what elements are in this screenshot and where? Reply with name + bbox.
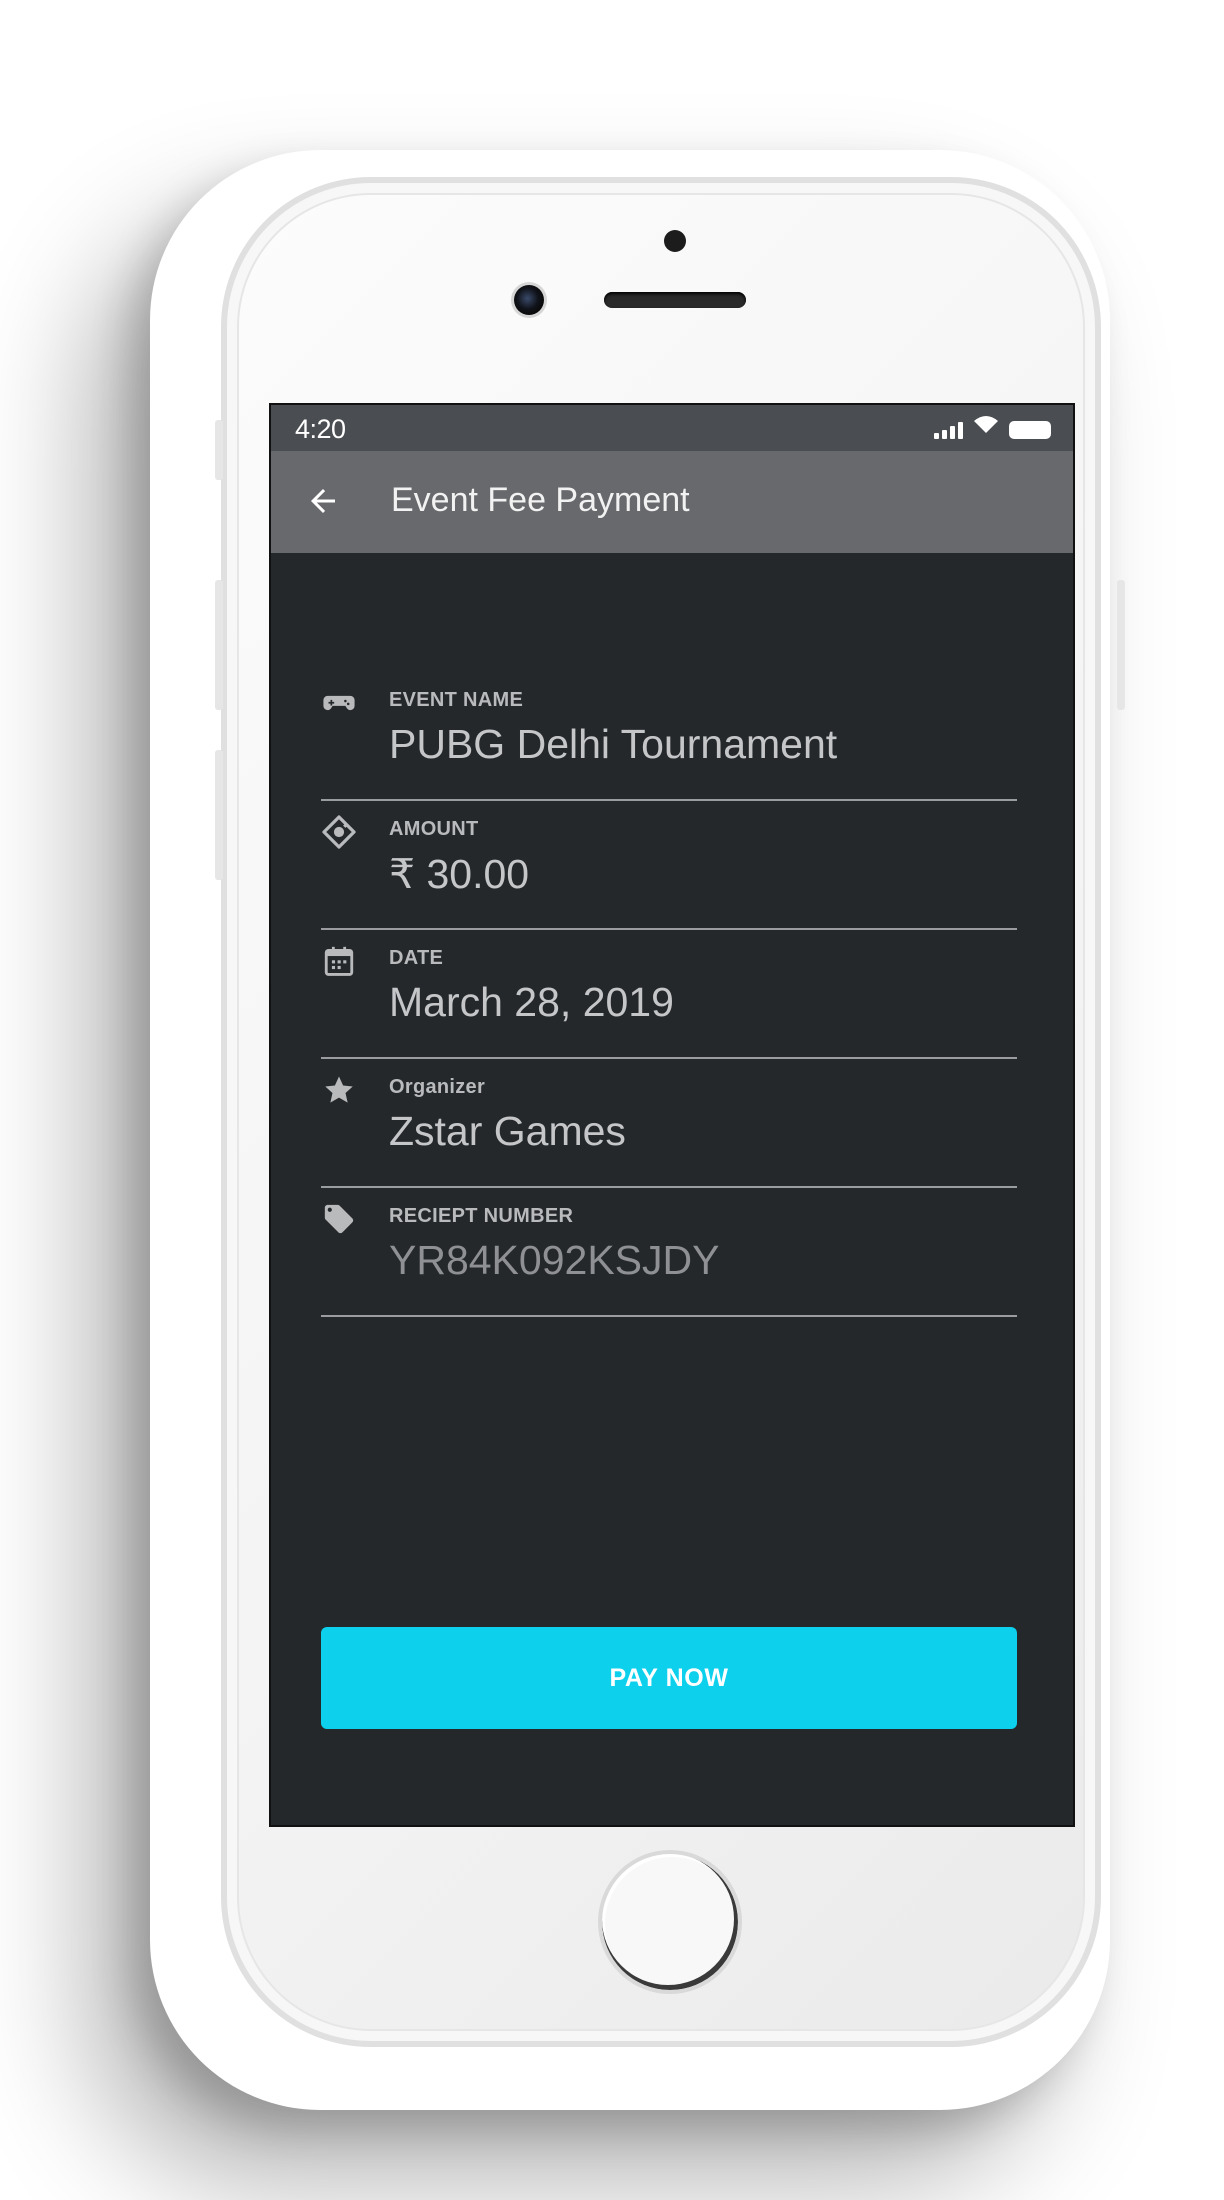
mockup-stage: 4:20 Event Fee Payment EVENT NAME PUBG D… — [0, 0, 1224, 2200]
amount-label: AMOUNT — [389, 818, 479, 840]
gamepad-icon — [321, 685, 357, 721]
arrow-left-icon — [305, 483, 341, 524]
organizer-value[interactable]: Zstar Games — [389, 1108, 626, 1155]
amount-field: AMOUNT ₹ 30.00 — [321, 802, 1017, 930]
page-title: Event Fee Payment — [391, 481, 690, 519]
phone-volume-up — [215, 580, 223, 710]
phone-mute-switch — [215, 420, 223, 480]
date-field: DATE March 28, 2019 — [321, 931, 1017, 1059]
date-label: DATE — [389, 947, 444, 969]
event-name-value[interactable]: PUBG Delhi Tournament — [389, 721, 837, 768]
event-name-label: EVENT NAME — [389, 689, 524, 711]
event-name-field: EVENT NAME PUBG Delhi Tournament — [321, 673, 1017, 801]
amount-value[interactable]: ₹ 30.00 — [389, 850, 529, 898]
phone-power-button — [1117, 580, 1125, 710]
phone-speaker — [604, 292, 746, 308]
calendar-icon — [321, 943, 357, 979]
receipt-number-field: RECIEPT NUMBER YR84K092KSJDY — [321, 1189, 1017, 1317]
receipt-number-value[interactable]: YR84K092KSJDY — [389, 1237, 719, 1284]
app-bar: Event Fee Payment — [271, 451, 1073, 553]
battery-icon — [1009, 421, 1051, 439]
receipt-number-label: RECIEPT NUMBER — [389, 1205, 574, 1227]
pay-now-button[interactable]: PAY NOW — [321, 1627, 1017, 1729]
tag-icon — [321, 1201, 357, 1237]
organizer-label: Organizer — [389, 1076, 486, 1098]
ticket-icon — [321, 814, 357, 850]
back-button[interactable] — [299, 479, 347, 527]
status-icons — [934, 416, 1051, 439]
phone-sensor — [664, 230, 686, 252]
phone-front-camera — [514, 285, 544, 315]
status-time: 4:20 — [295, 414, 346, 444]
status-bar: 4:20 — [271, 405, 1073, 451]
phone-volume-down — [215, 750, 223, 880]
organizer-field: Organizer Zstar Games — [321, 1060, 1017, 1188]
wifi-icon — [973, 414, 999, 439]
app-screen: 4:20 Event Fee Payment EVENT NAME PUBG D… — [269, 403, 1075, 1827]
phone-home-button[interactable] — [598, 1850, 742, 1994]
signal-icon — [934, 421, 963, 439]
date-value[interactable]: March 28, 2019 — [389, 979, 674, 1026]
star-icon — [321, 1072, 357, 1108]
